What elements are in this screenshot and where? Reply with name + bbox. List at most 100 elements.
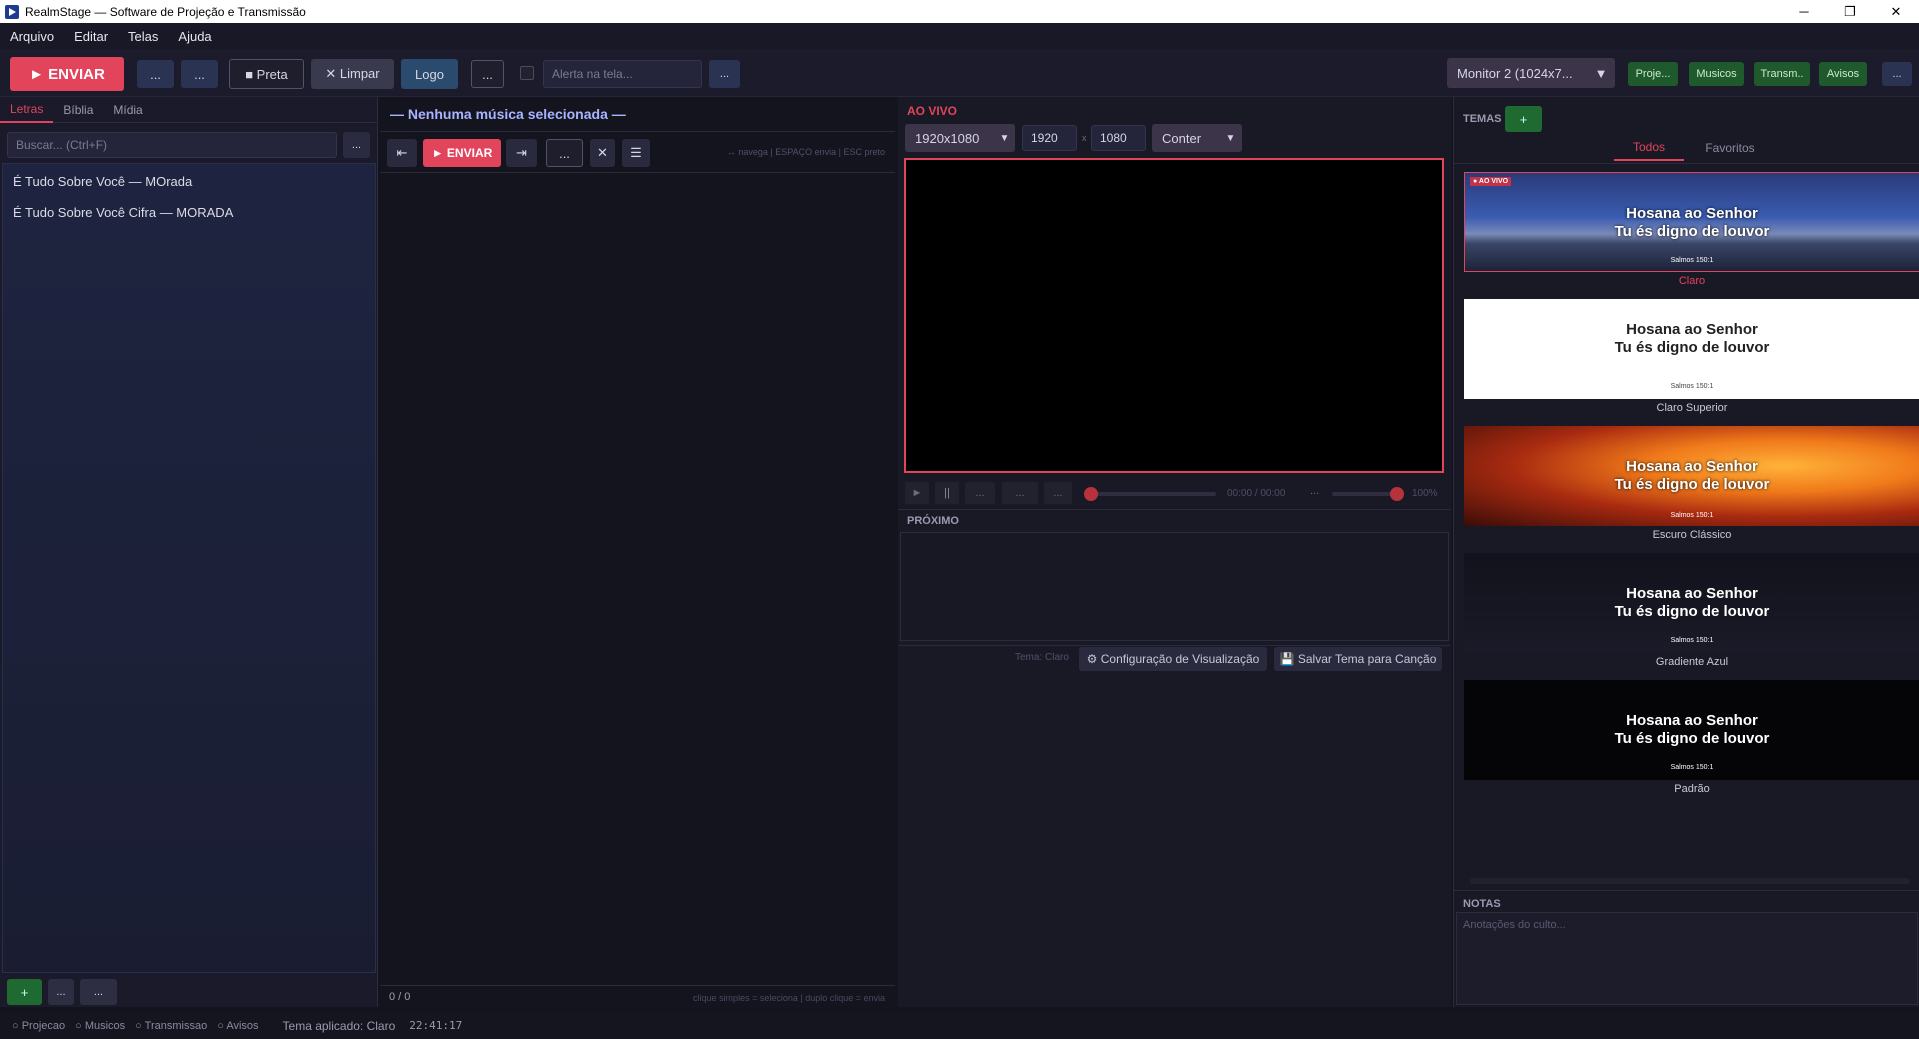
chevron-down-icon[interactable]: ▼ <box>1219 124 1242 152</box>
chevron-down-icon[interactable]: ▼ <box>994 124 1015 152</box>
tab-letras[interactable]: Letras <box>0 97 54 123</box>
theme-name: Padrão <box>1674 783 1710 795</box>
next-slide-button[interactable]: ⇥ <box>506 139 537 167</box>
horizontal-scrollbar[interactable] <box>1470 878 1910 884</box>
mute-button[interactable]: ... <box>1310 485 1319 497</box>
chip-musicos[interactable]: Musicos <box>1689 62 1744 86</box>
theme-card-claro[interactable]: ● AO VIVO Hosana ao Senhor Tu és digno d… <box>1464 172 1919 272</box>
notes-textarea[interactable]: Anotações do culto... <box>1456 912 1918 1005</box>
list-action-button[interactable]: ... <box>48 979 74 1005</box>
next-preview <box>900 532 1449 641</box>
current-theme-label: Tema: Claro <box>1015 652 1069 663</box>
media-control-button[interactable]: ... <box>1044 482 1072 504</box>
status-transmissao: ○ Transmissao <box>135 1019 208 1032</box>
live-panel: AO VIVO 1920x1080 ▼ 1920 x 1080 Conter ▼… <box>898 97 1451 1007</box>
width-input[interactable]: 1920 <box>1022 125 1077 151</box>
alert-input[interactable]: Alerta na tela... <box>543 60 702 88</box>
add-theme-button[interactable]: + <box>1505 106 1542 132</box>
chip-projecao[interactable]: Proje... <box>1628 62 1678 86</box>
theme-line2: Tu és digno de louvor <box>1614 339 1770 356</box>
send-slide-button[interactable]: ► ENVIAR <box>423 139 501 167</box>
menu-icon[interactable]: ☰ <box>622 139 650 167</box>
song-title: — Nenhuma música selecionada — <box>390 106 626 122</box>
theme-line1: Hosana ao Senhor <box>1626 712 1758 729</box>
toolbar-more-button[interactable]: ... <box>181 60 218 88</box>
theme-ref: Salmos 150:1 <box>1670 764 1714 771</box>
theme-name: Escuro Clássico <box>1652 529 1732 541</box>
theme-name: Claro Superior <box>1656 402 1728 414</box>
theme-card-claro-superior[interactable]: Hosana ao Senhor Tu és digno de louvor S… <box>1464 299 1919 399</box>
toolbar-more-button[interactable]: ... <box>1882 62 1912 86</box>
clock: 22:41:17 <box>409 1019 463 1032</box>
menu-arquivo[interactable]: Arquivo <box>0 29 64 44</box>
chip-transmissao[interactable]: Transm.. <box>1754 62 1810 86</box>
notes-header: NOTAS <box>1463 898 1501 910</box>
clear-button[interactable]: ✕ Limpar <box>311 59 394 89</box>
tab-todos[interactable]: Todos <box>1614 135 1684 161</box>
view-config-button[interactable]: ⚙ Configuração de Visualização <box>1079 647 1267 671</box>
lyrics-panel: — Nenhuma música selecionada — ⇤ ► ENVIA… <box>380 97 895 1007</box>
progress-slider[interactable] <box>1086 492 1216 496</box>
minimize-button[interactable]: ─ <box>1781 0 1827 23</box>
next-label: PRÓXIMO <box>907 515 959 527</box>
status-avisos: ○ Avisos <box>217 1019 259 1032</box>
toolbar-more-button[interactable]: ... <box>137 60 174 88</box>
main-toolbar: ► ENVIAR ... ... ■ Preta ✕ Limpar Logo .… <box>0 49 1919 97</box>
themes-panel: TEMAS + Todos Favoritos ● AO VIVO Hosana… <box>1453 97 1919 1007</box>
click-hint: clique simples = seleciona | duplo cliqu… <box>693 993 885 1003</box>
tab-biblia[interactable]: Bíblia <box>53 97 103 123</box>
window-title: RealmStage — Software de Projeção e Tran… <box>25 4 306 19</box>
maximize-button[interactable]: ❐ <box>1827 0 1873 23</box>
play-icon[interactable]: ► <box>905 482 929 504</box>
song-list: É Tudo Sobre Você — MOrada É Tudo Sobre … <box>2 163 376 973</box>
menu-bar: Arquivo Editar Telas Ajuda <box>0 23 1919 49</box>
toolbar-more-button[interactable]: ... <box>471 60 504 88</box>
theme-ref: Salmos 150:1 <box>1670 637 1714 644</box>
close-button[interactable]: ✕ <box>1873 0 1919 23</box>
menu-ajuda[interactable]: Ajuda <box>168 29 221 44</box>
live-badge: ● AO VIVO <box>1470 177 1512 186</box>
theme-line2: Tu és digno de louvor <box>1614 223 1770 240</box>
logo-button[interactable]: Logo <box>401 59 458 89</box>
theme-ref: Salmos 150:1 <box>1670 383 1714 390</box>
black-slide-button[interactable]: ... <box>546 139 583 167</box>
volume-handle[interactable] <box>1390 487 1404 501</box>
theme-card-escuro-classico[interactable]: Hosana ao Senhor Tu és digno de louvor S… <box>1464 426 1919 526</box>
pause-icon[interactable]: || <box>935 482 959 504</box>
media-control-button[interactable]: ... <box>1002 482 1038 504</box>
search-options-button[interactable]: ... <box>343 132 370 158</box>
prev-slide-button[interactable]: ⇤ <box>387 139 417 167</box>
applied-theme: Tema aplicado: Claro <box>282 1018 396 1033</box>
theme-name: Claro <box>1678 275 1706 287</box>
list-action-button[interactable]: ... <box>80 979 117 1005</box>
status-musicos: ○ Musicos <box>75 1019 126 1032</box>
dimension-separator: x <box>1082 133 1087 143</box>
save-theme-button[interactable]: 💾 Salvar Tema para Canção <box>1274 647 1442 671</box>
monitor-select[interactable]: Monitor 2 (1024x7... <box>1447 58 1587 88</box>
theme-line1: Hosana ao Senhor <box>1626 458 1758 475</box>
send-button[interactable]: ► ENVIAR <box>10 57 124 91</box>
clear-slide-button[interactable]: ✕ <box>590 139 615 167</box>
progress-handle[interactable] <box>1084 487 1098 501</box>
tab-favoritos[interactable]: Favoritos <box>1690 135 1770 161</box>
list-item[interactable]: É Tudo Sobre Você — MOrada <box>3 166 375 197</box>
title-bar: RealmStage — Software de Projeção e Tran… <box>0 0 1919 23</box>
media-control-button[interactable]: ... <box>965 482 995 504</box>
live-title: AO VIVO <box>907 104 958 118</box>
search-input[interactable]: Buscar... (Ctrl+F) <box>7 132 337 158</box>
toolbar-more-button[interactable]: ... <box>709 60 740 88</box>
menu-editar[interactable]: Editar <box>64 29 118 44</box>
chip-avisos[interactable]: Avisos <box>1819 62 1867 86</box>
tab-midia[interactable]: Mídia <box>103 97 152 123</box>
add-song-button[interactable]: + <box>7 979 42 1005</box>
menu-telas[interactable]: Telas <box>118 29 168 44</box>
theme-card-gradiente-azul[interactable]: Hosana ao Senhor Tu és digno de louvor S… <box>1464 553 1919 653</box>
list-item[interactable]: É Tudo Sobre Você Cifra — MORADA <box>3 197 375 228</box>
chevron-down-icon[interactable]: ▼ <box>1587 58 1615 88</box>
height-input[interactable]: 1080 <box>1091 125 1146 151</box>
theme-name: Gradiente Azul <box>1655 656 1729 668</box>
alert-checkbox[interactable] <box>520 66 534 80</box>
black-screen-button[interactable]: ■ Preta <box>229 59 304 89</box>
app-icon <box>5 4 19 19</box>
theme-card-padrao[interactable]: Hosana ao Senhor Tu és digno de louvor S… <box>1464 680 1919 780</box>
